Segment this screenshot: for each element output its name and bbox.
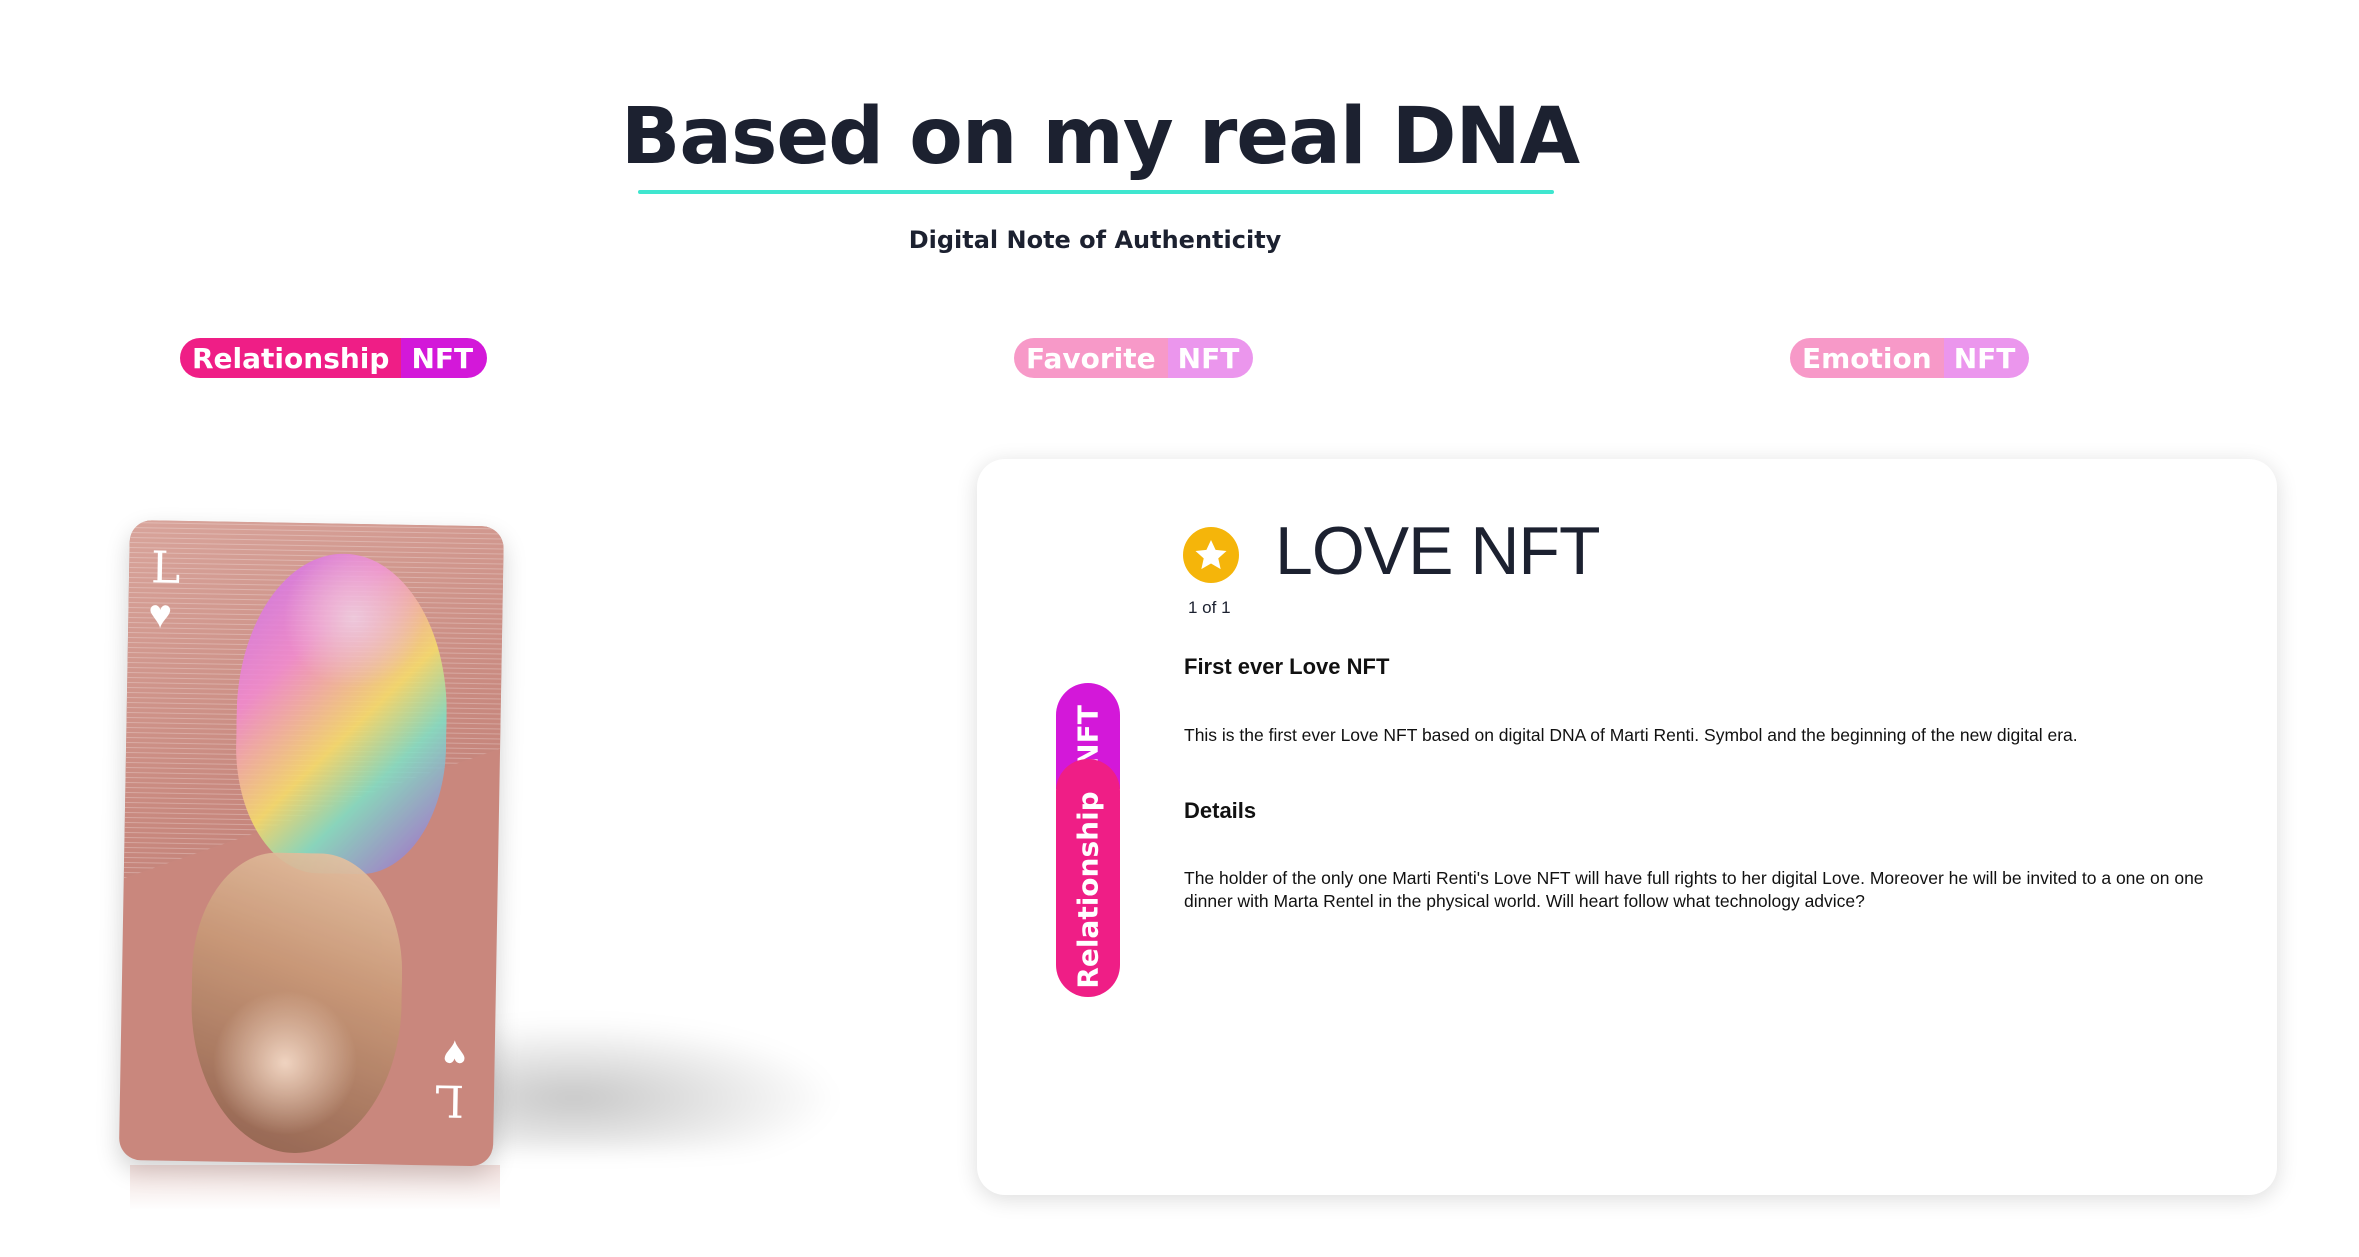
description-heading: First ever Love NFT	[1184, 654, 1390, 679]
card-corner-letter: L	[434, 1074, 465, 1126]
tab-relationship-nft[interactable]: Relationship NFT	[180, 338, 488, 378]
page-title: Based on my real DNA	[620, 92, 1580, 182]
badge-nft-label: NFT	[1071, 705, 1105, 767]
card-shadow	[460, 1020, 840, 1150]
tab-emotion-nft[interactable]: Emotion NFT	[1790, 338, 2030, 378]
tab-label: Favorite	[1014, 338, 1168, 378]
description-text: This is the first ever Love NFT based on…	[1184, 725, 2078, 745]
card-reflection	[130, 1165, 500, 1210]
badge-relationship-label: Relationship	[1071, 791, 1105, 989]
heart-icon: ♥	[442, 1031, 468, 1076]
category-badge: NFT Relationship	[1056, 683, 1120, 997]
badge-relationship-segment: Relationship	[1056, 759, 1120, 997]
nft-info-panel: NFT Relationship LOVE NFT 1 of 1 First e…	[977, 459, 2277, 1195]
edition-count: 1 of 1	[1188, 598, 1231, 617]
tab-label: Emotion	[1790, 338, 1944, 378]
tab-suffix: NFT	[1167, 338, 1254, 378]
heart-icon: ♥	[147, 592, 173, 637]
nft-card-image: L ♥ L ♥	[118, 520, 850, 1210]
tab-favorite-nft[interactable]: Favorite NFT	[1014, 338, 1254, 378]
tab-suffix: NFT	[401, 338, 488, 378]
details-text: The holder of the only one Marti Renti's…	[1184, 868, 2204, 911]
tab-label: Relationship	[180, 338, 402, 378]
card-corner-letter: L	[150, 542, 181, 594]
tab-suffix: NFT	[1943, 338, 2030, 378]
details-heading: Details	[1184, 798, 1257, 823]
card-portrait-bottom	[188, 851, 405, 1155]
title-underline	[638, 190, 1554, 194]
star-icon	[1183, 527, 1239, 583]
page-subtitle: Digital Note of Authenticity	[908, 226, 1282, 254]
nft-title: LOVE NFT	[1275, 513, 1600, 589]
playing-card: L ♥ L ♥	[118, 520, 504, 1167]
